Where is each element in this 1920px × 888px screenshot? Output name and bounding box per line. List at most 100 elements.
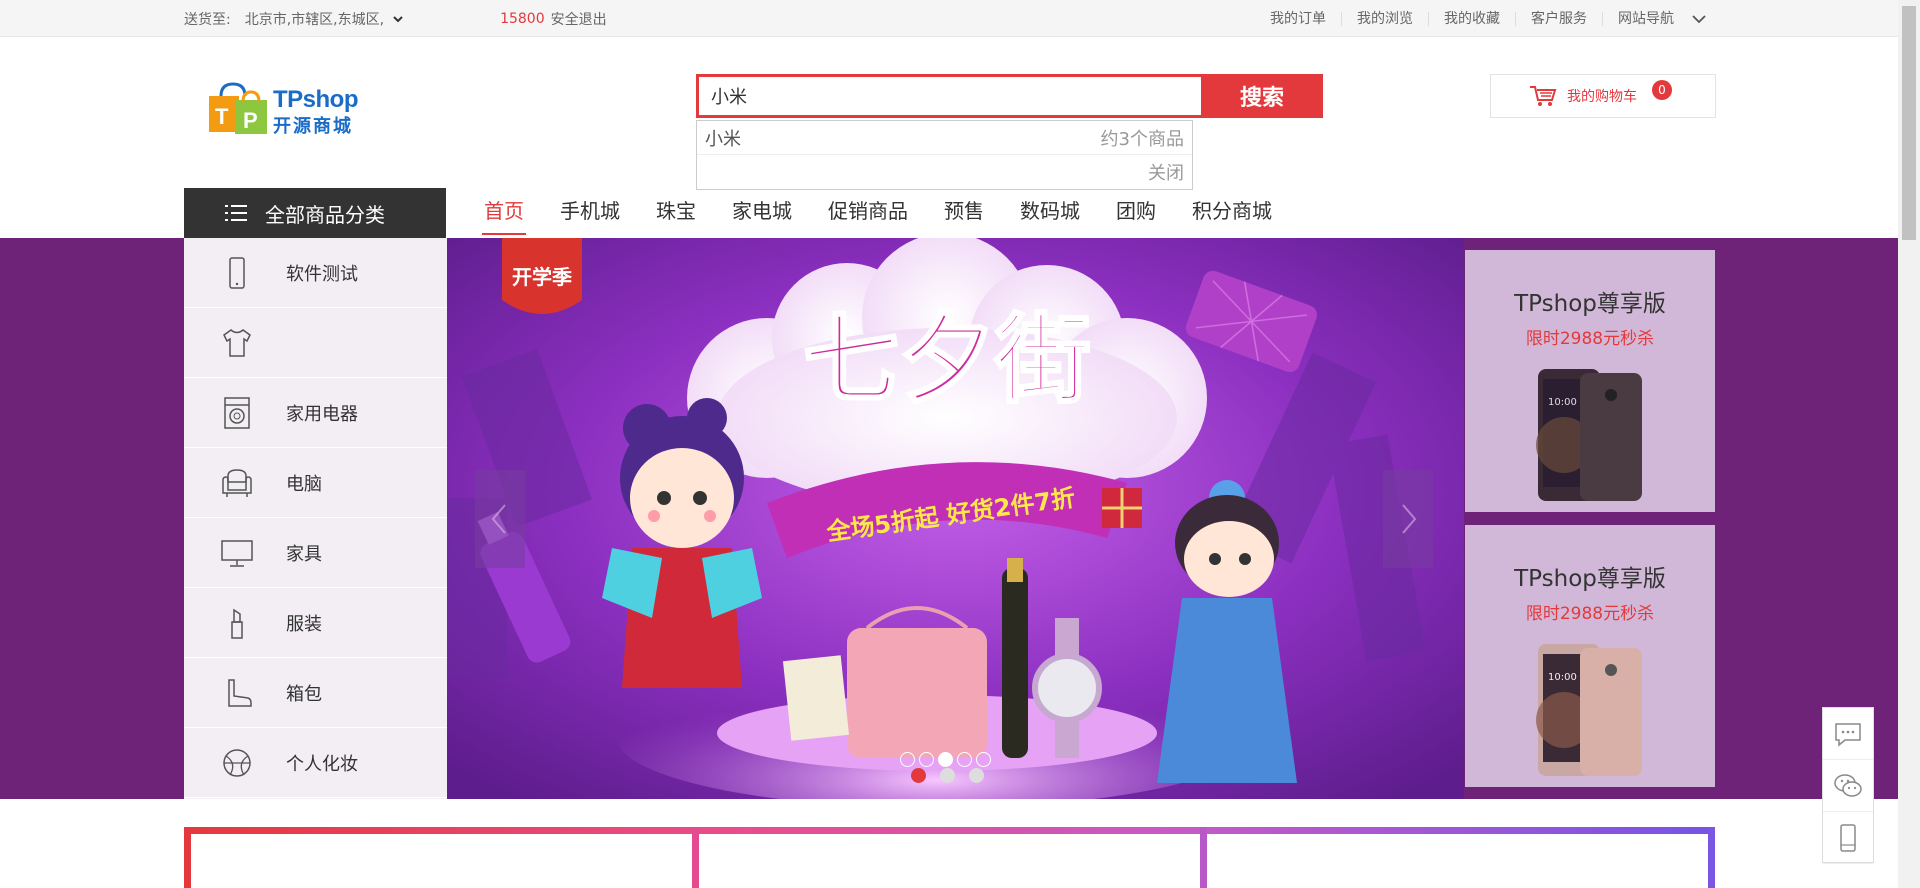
search-button[interactable]: 搜索 xyxy=(1201,74,1323,118)
search-suggestions: 小米 约3个商品 关闭 xyxy=(696,120,1193,190)
sidebar-item-furniture[interactable]: 家具 xyxy=(184,518,447,588)
sidebar-item-bags[interactable]: 箱包 xyxy=(184,658,447,728)
sidebar-item-label: 家用电器 xyxy=(286,403,358,425)
phone-icon xyxy=(229,256,245,289)
chevron-right-icon xyxy=(1402,504,1417,534)
slide-dot[interactable] xyxy=(969,768,984,783)
wechat-button[interactable] xyxy=(1823,760,1873,812)
sidebar-item-label: 箱包 xyxy=(286,683,322,705)
sidebar-item-cosmetics[interactable]: 个人化妆 xyxy=(184,728,447,798)
nav-presale[interactable]: 预售 xyxy=(944,188,984,238)
banner-slider[interactable]: 开学季 七夕街 全场5折起 好货2件7折 xyxy=(447,238,1464,799)
nav-promotions[interactable]: 促销商品 xyxy=(828,188,908,238)
delivery-address[interactable]: 北京市,市辖区,东城区, xyxy=(245,9,384,29)
chat-bubble-icon xyxy=(1835,722,1861,747)
logo-sub-text: 开源商城 xyxy=(273,116,353,137)
svg-text:开学季: 开学季 xyxy=(512,265,572,289)
chevron-down-icon[interactable] xyxy=(1691,13,1707,25)
cart-label: 我的购物车 xyxy=(1567,89,1637,105)
promo-title: TPshop尊享版 xyxy=(1514,291,1666,317)
mobile-app-button[interactable] xyxy=(1823,812,1873,864)
promo-card[interactable]: TPshop尊享版 限时2988元秒杀 10:00 xyxy=(1465,525,1715,787)
suggestion-count: 约3个商品 xyxy=(1100,128,1184,150)
slide-dot[interactable] xyxy=(940,768,955,783)
suggestion-keyword: 小米 xyxy=(705,128,741,150)
cart-count-badge: 0 xyxy=(1652,80,1672,100)
nav-phones[interactable]: 手机城 xyxy=(560,188,620,238)
page-scrollbar[interactable] xyxy=(1898,0,1920,888)
nav-group-buy[interactable]: 团购 xyxy=(1116,188,1156,238)
sidebar-item-computers[interactable]: 电脑 xyxy=(184,448,447,518)
promo-title: TPshop尊享版 xyxy=(1514,566,1666,592)
slide-dot-active[interactable] xyxy=(911,768,926,783)
suggestion-item[interactable]: 小米 约3个商品 xyxy=(697,121,1192,155)
sidebar-item-label: 个人化妆 xyxy=(286,753,358,775)
all-categories-button[interactable]: 全部商品分类 xyxy=(184,188,446,238)
promo-subtitle: 限时2988元秒杀 xyxy=(1525,329,1655,349)
qixi-banner-illustration: 开学季 七夕街 全场5折起 好货2件7折 xyxy=(447,238,1464,799)
sidebar-item-home-appliances[interactable]: 家用电器 xyxy=(184,378,447,448)
nav-appliances[interactable]: 家电城 xyxy=(732,188,792,238)
mobile-phone-icon xyxy=(1840,823,1856,852)
scrollbar-thumb[interactable] xyxy=(1902,6,1916,240)
svg-text:P: P xyxy=(243,108,258,133)
search-box: 搜索 xyxy=(696,74,1323,118)
shopping-bag-logo-icon: T P xyxy=(209,82,267,134)
washer-icon xyxy=(224,396,250,429)
smartphone-image: 10:00 xyxy=(1536,369,1642,501)
deliver-label: 送货至: xyxy=(184,11,231,28)
boot-icon xyxy=(228,678,252,707)
promo-card[interactable]: TPshop尊享版 限时2988元秒杀 10:00 xyxy=(1465,250,1715,512)
slider-pagination xyxy=(900,752,991,767)
search-input[interactable] xyxy=(699,77,1201,115)
username-link[interactable]: 15800 xyxy=(500,11,545,27)
slider-prev-button[interactable] xyxy=(475,470,525,568)
logout-link[interactable]: 安全退出 xyxy=(551,9,607,29)
feature-column xyxy=(184,827,693,888)
slider-next-button[interactable] xyxy=(1383,470,1433,568)
my-history-link[interactable]: 我的浏览 xyxy=(1341,11,1428,26)
wechat-icon xyxy=(1834,773,1862,797)
chat-button[interactable] xyxy=(1823,708,1873,760)
slide-dot[interactable] xyxy=(900,752,915,767)
site-logo[interactable]: T P TPshop 开源商城 xyxy=(207,82,363,137)
svg-text:10:00: 10:00 xyxy=(1548,672,1577,683)
logo-brand-text: TPshop xyxy=(273,86,359,113)
chevron-down-icon[interactable] xyxy=(392,13,404,25)
slide-dot-active[interactable] xyxy=(938,752,953,767)
feature-column xyxy=(692,827,1201,888)
suggestion-close-button[interactable]: 关闭 xyxy=(697,155,1192,189)
customer-service-link[interactable]: 客户服务 xyxy=(1515,11,1602,26)
floating-toolbar xyxy=(1822,707,1874,864)
slide-dot[interactable] xyxy=(957,752,972,767)
cart-button[interactable]: 我的购物车 0 xyxy=(1490,74,1716,118)
sidebar-item-software-testing[interactable]: 软件测试 xyxy=(184,238,447,308)
cart-icon xyxy=(1530,86,1557,106)
my-orders-link[interactable]: 我的订单 xyxy=(1255,12,1341,26)
site-nav-link[interactable]: 网站导航 xyxy=(1602,11,1689,26)
top-bar: 送货至: 北京市,市辖区,东城区, 15800 安全退出 我的订单 我的浏览 我… xyxy=(0,0,1898,37)
my-favorites-link[interactable]: 我的收藏 xyxy=(1428,11,1515,26)
nav-points-mall[interactable]: 积分商城 xyxy=(1192,188,1272,238)
slide-dot[interactable] xyxy=(919,752,934,767)
svg-text:T: T xyxy=(215,104,229,129)
monitor-icon xyxy=(221,539,253,567)
lipstick-icon xyxy=(231,608,243,639)
sofa-icon xyxy=(222,468,252,497)
nav-home[interactable]: 首页 xyxy=(482,188,526,238)
ball-icon xyxy=(223,748,251,777)
nav-jewelry[interactable]: 珠宝 xyxy=(656,188,696,238)
svg-text:七夕街: 七夕街 xyxy=(803,304,1091,416)
sidebar-item-clothing[interactable]: 服装 xyxy=(184,588,447,658)
svg-text:10:00: 10:00 xyxy=(1548,397,1577,408)
sidebar-item-label: 电脑 xyxy=(286,473,322,495)
nav-digital[interactable]: 数码城 xyxy=(1020,188,1080,238)
slide-dot[interactable] xyxy=(976,752,991,767)
slider-pagination-secondary xyxy=(911,768,984,783)
chevron-left-icon xyxy=(491,504,506,534)
smartphone-image: 10:00 xyxy=(1536,644,1642,776)
all-categories-label: 全部商品分类 xyxy=(265,202,385,227)
sidebar-item-apparel[interactable] xyxy=(184,308,447,378)
tshirt-icon xyxy=(223,328,251,357)
main-nav: 首页 手机城 珠宝 家电城 促销商品 预售 数码城 团购 积分商城 xyxy=(482,188,1308,238)
